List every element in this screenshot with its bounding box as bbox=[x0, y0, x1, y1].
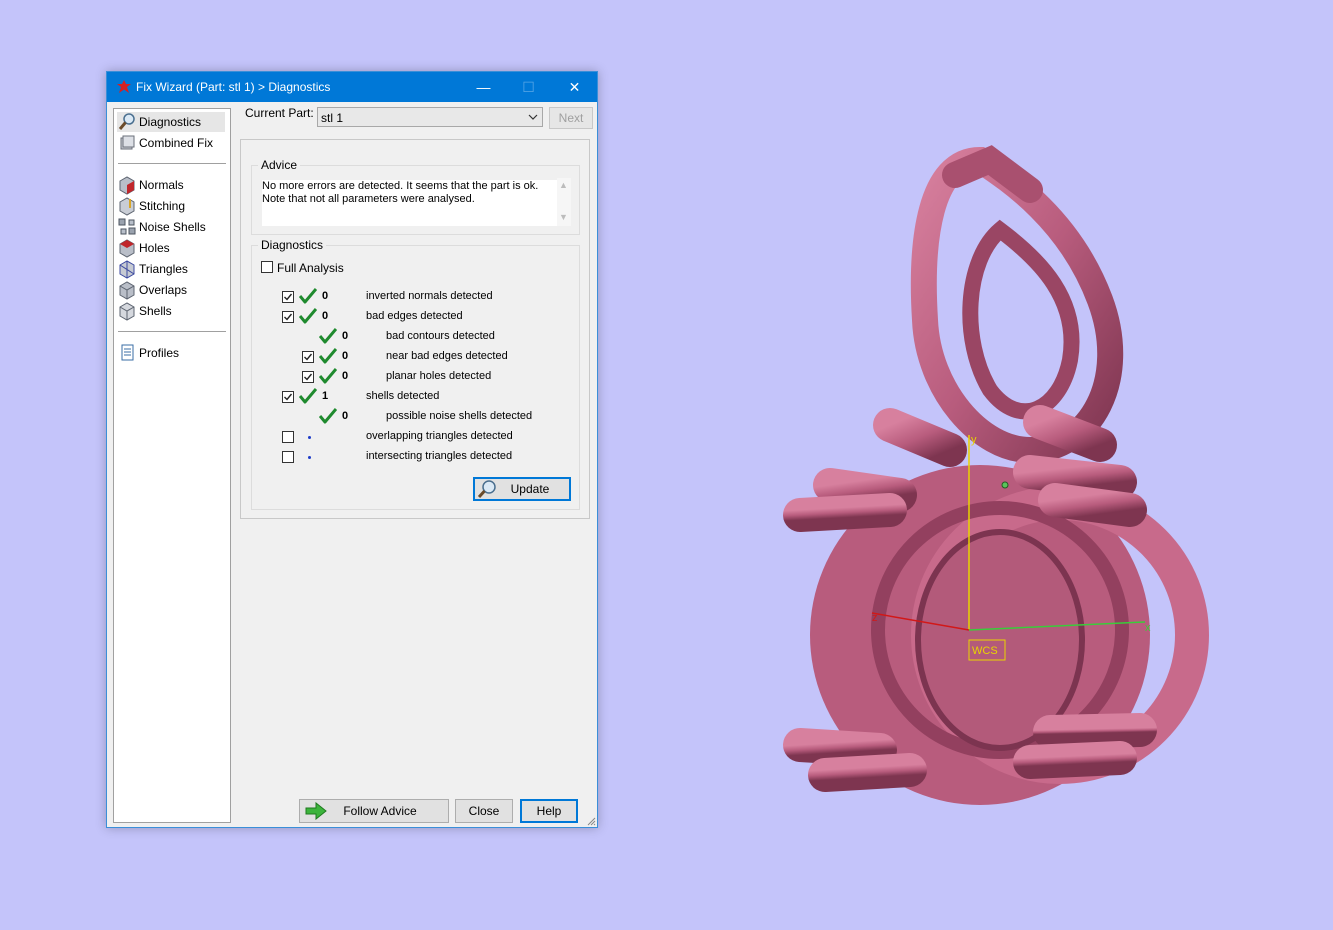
noise-shells-count: 0 bbox=[342, 410, 349, 422]
check-icon bbox=[299, 288, 317, 304]
fix-wizard-dialog: Fix Wizard (Part: stl 1) > Diagnostics —… bbox=[106, 71, 598, 828]
nav-item-overlaps[interactable]: Overlaps bbox=[117, 280, 225, 300]
pivot-point-icon bbox=[1001, 481, 1009, 489]
nav-item-profiles[interactable]: Profiles bbox=[117, 343, 225, 363]
planar-holes-label: planar holes detected bbox=[386, 370, 492, 382]
magnifier-icon bbox=[118, 113, 135, 130]
update-label: Update bbox=[510, 482, 550, 496]
advice-group: Advice No more errors are detected. It s… bbox=[251, 158, 580, 235]
overlaps-icon bbox=[119, 281, 135, 300]
noise-shells-label: possible noise shells detected bbox=[386, 410, 533, 422]
advice-scrollbar[interactable]: ▲ ▼ bbox=[557, 178, 571, 226]
pending-dot-icon bbox=[308, 456, 311, 459]
bad-edges-count: 0 bbox=[322, 310, 329, 322]
scroll-down-icon[interactable]: ▼ bbox=[559, 212, 568, 222]
app-icon bbox=[117, 80, 131, 93]
bad-edges-label: bad edges detected bbox=[366, 310, 463, 322]
content-panel: Advice No more errors are detected. It s… bbox=[240, 139, 590, 519]
y-axis-label: y bbox=[971, 434, 977, 446]
viewport-3d[interactable]: y z x WCS bbox=[700, 120, 1260, 840]
chevron-down-icon bbox=[528, 114, 538, 120]
update-button[interactable]: Update bbox=[473, 477, 571, 501]
title-bar[interactable]: Fix Wizard (Part: stl 1) > Diagnostics —… bbox=[107, 72, 597, 102]
shells-icon bbox=[119, 302, 135, 321]
full-analysis-checkbox[interactable] bbox=[261, 261, 273, 273]
combined-fix-icon bbox=[120, 135, 135, 150]
close-button[interactable]: Close bbox=[455, 799, 513, 823]
resize-grip-icon[interactable] bbox=[586, 816, 596, 826]
check-icon bbox=[319, 348, 337, 364]
current-part-select[interactable]: stl 1 bbox=[317, 107, 543, 127]
advice-title: Advice bbox=[258, 158, 301, 172]
check-icon bbox=[299, 308, 317, 324]
shells-checkbox[interactable] bbox=[282, 391, 294, 403]
advice-text: No more errors are detected. It seems th… bbox=[262, 180, 557, 226]
intersecting-triangles-checkbox[interactable] bbox=[282, 451, 294, 463]
close-window-button[interactable]: ✕ bbox=[552, 72, 597, 102]
nav-panel: Diagnostics Combined Fix Normals Stitchi… bbox=[113, 108, 231, 823]
z-axis-label: z bbox=[872, 612, 878, 624]
nav-item-shells[interactable]: Shells bbox=[117, 301, 225, 321]
inverted-normals-checkbox[interactable] bbox=[282, 291, 294, 303]
full-analysis-label: Full Analysis bbox=[277, 261, 344, 275]
overlapping-triangles-label: overlapping triangles detected bbox=[366, 430, 513, 442]
planar-holes-count: 0 bbox=[342, 370, 349, 382]
wcs-label: WCS bbox=[972, 645, 998, 657]
shells-label: shells detected bbox=[366, 390, 440, 402]
nav-item-stitching[interactable]: Stitching bbox=[117, 196, 225, 216]
planar-holes-checkbox[interactable] bbox=[302, 371, 314, 383]
nav-divider bbox=[118, 163, 226, 164]
x-axis-label: x bbox=[1145, 622, 1151, 634]
nav-item-normals[interactable]: Normals bbox=[117, 175, 225, 195]
scroll-up-icon[interactable]: ▲ bbox=[559, 180, 568, 190]
bad-contours-count: 0 bbox=[342, 330, 349, 342]
check-icon bbox=[319, 368, 337, 384]
current-part-label: Current Part: bbox=[245, 106, 314, 120]
overlapping-triangles-checkbox[interactable] bbox=[282, 431, 294, 443]
nav-item-diagnostics[interactable]: Diagnostics bbox=[117, 112, 225, 132]
inverted-normals-label: inverted normals detected bbox=[366, 290, 493, 302]
nav-item-combined-fix[interactable]: Combined Fix bbox=[117, 133, 225, 153]
current-part-value: stl 1 bbox=[321, 111, 344, 125]
follow-advice-label: Follow Advice bbox=[343, 804, 417, 818]
bad-contours-label: bad contours detected bbox=[386, 330, 495, 342]
noise-shells-icon bbox=[118, 218, 136, 235]
holes-icon bbox=[119, 239, 135, 258]
maximize-button[interactable]: ☐ bbox=[506, 72, 551, 102]
stitching-icon bbox=[119, 197, 135, 216]
triangles-icon bbox=[119, 260, 135, 279]
pending-dot-icon bbox=[308, 436, 311, 439]
nav-item-holes[interactable]: Holes bbox=[117, 238, 225, 258]
window-title: Fix Wizard (Part: stl 1) > Diagnostics bbox=[136, 80, 331, 94]
intersecting-triangles-label: intersecting triangles detected bbox=[366, 450, 513, 462]
near-bad-edges-checkbox[interactable] bbox=[302, 351, 314, 363]
nav-item-noise-shells[interactable]: Noise Shells bbox=[117, 217, 225, 237]
check-icon bbox=[319, 328, 337, 344]
help-button[interactable]: Help bbox=[520, 799, 578, 823]
check-icon bbox=[319, 408, 337, 424]
inverted-normals-count: 0 bbox=[322, 290, 329, 302]
near-bad-edges-label: near bad edges detected bbox=[386, 350, 508, 362]
nav-item-triangles[interactable]: Triangles bbox=[117, 259, 225, 279]
3d-model[interactable] bbox=[783, 145, 1209, 805]
profiles-icon bbox=[121, 344, 134, 361]
normals-icon bbox=[119, 176, 135, 195]
follow-advice-button[interactable]: Follow Advice bbox=[299, 799, 449, 823]
minimize-button[interactable]: — bbox=[461, 72, 506, 102]
shells-count: 1 bbox=[322, 390, 329, 402]
near-bad-edges-count: 0 bbox=[342, 350, 349, 362]
diagnostics-group: Diagnostics Full Analysis 0 inverted nor… bbox=[251, 238, 580, 510]
bad-edges-checkbox[interactable] bbox=[282, 311, 294, 323]
next-button[interactable]: Next bbox=[549, 107, 593, 129]
diagnostics-title: Diagnostics bbox=[258, 238, 327, 252]
check-icon bbox=[299, 388, 317, 404]
arrow-right-icon bbox=[305, 802, 327, 820]
nav-divider bbox=[118, 331, 226, 332]
magnifier-icon bbox=[477, 480, 496, 499]
